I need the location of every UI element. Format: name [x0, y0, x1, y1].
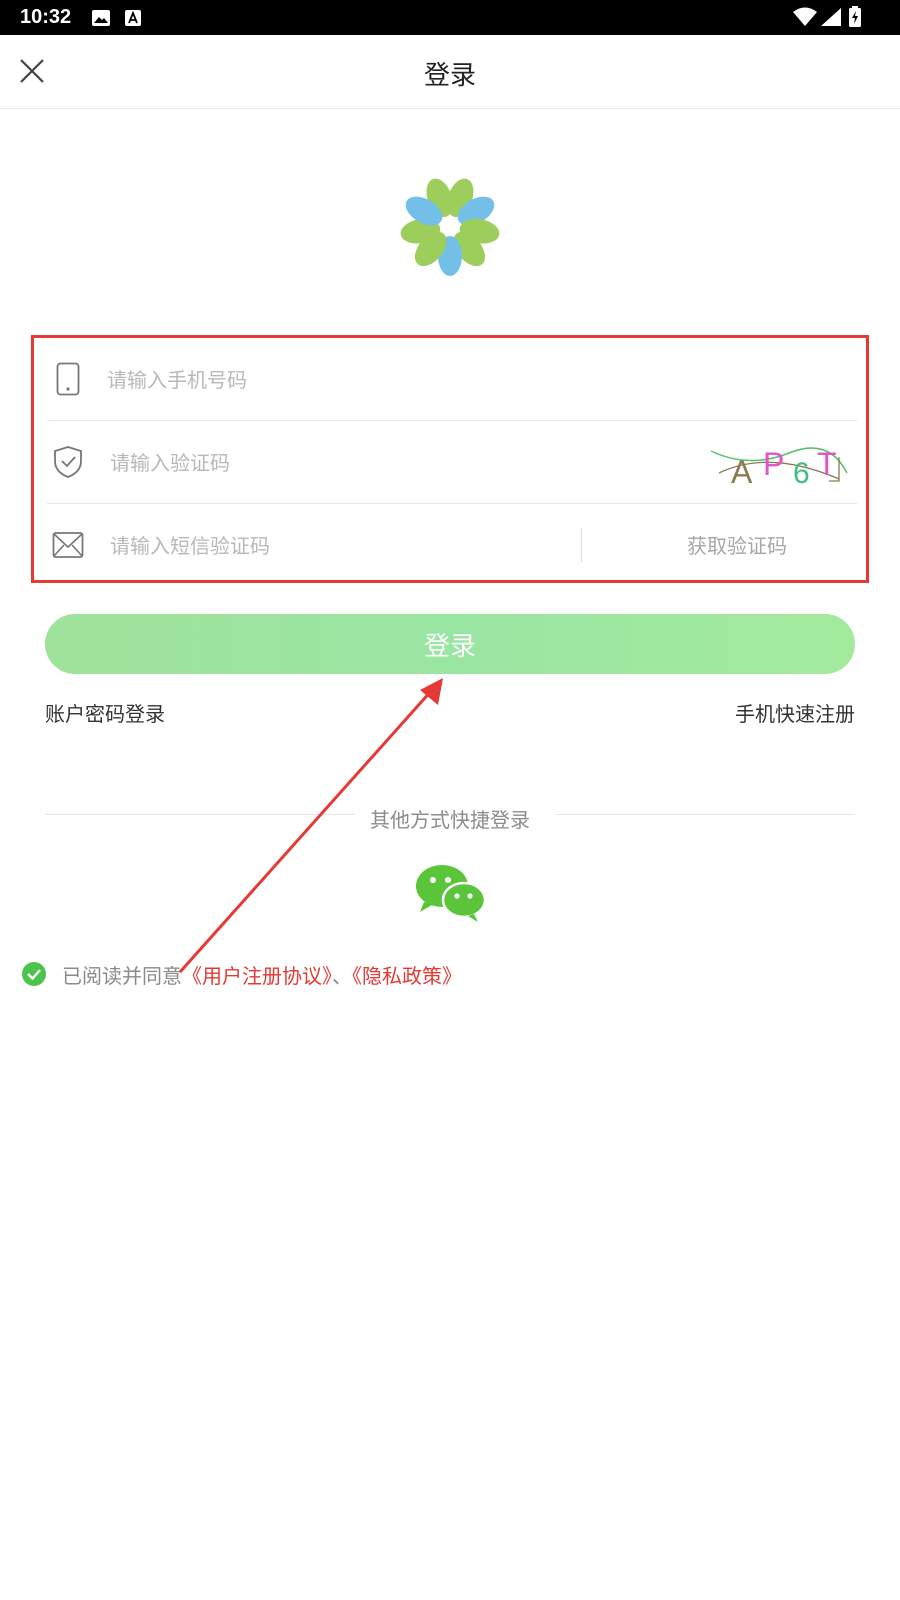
shield-icon [51, 443, 85, 481]
phone-row [47, 338, 857, 421]
privacy-policy-link[interactable]: 《隐私政策》 [352, 964, 462, 988]
agreement-separator: 、 [332, 964, 352, 988]
wechat-login-button[interactable] [414, 862, 487, 924]
agreement-text: 已阅读并同意《用户注册协议》、《隐私政策》 [62, 960, 462, 989]
other-login-label: 其他方式快捷登录 [370, 808, 530, 832]
phone-icon [51, 360, 85, 398]
captcha-image[interactable]: A P 6 T [709, 439, 849, 491]
svg-text:6: 6 [793, 457, 810, 490]
svg-text:T: T [817, 446, 837, 482]
signal-icon [820, 7, 842, 31]
envelope-icon [51, 526, 85, 564]
svg-text:A: A [731, 454, 753, 490]
agreement-checkbox[interactable] [22, 962, 46, 986]
a-icon [124, 9, 142, 31]
svg-text:P: P [763, 446, 784, 482]
quick-register-link[interactable]: 手机快速注册 [735, 698, 855, 727]
wechat-icon [416, 865, 487, 922]
account-password-login-link[interactable]: 账户密码登录 [45, 698, 165, 727]
check-icon [27, 969, 41, 981]
login-button[interactable]: 登录 [45, 614, 855, 674]
captcha-row: A P 6 T [47, 421, 857, 504]
vertical-divider [581, 528, 582, 562]
captcha-input[interactable] [110, 447, 550, 479]
page-title: 登录 [423, 61, 476, 91]
app-logo [400, 176, 500, 276]
get-code-button[interactable]: 获取验证码 [627, 530, 847, 559]
battery-icon [848, 6, 862, 32]
agreement-prefix: 已阅读并同意 [62, 964, 182, 988]
login-form-highlight: A P 6 T 获取验证码 [31, 335, 869, 583]
image-icon [91, 9, 111, 31]
status-time: 10:32 [20, 6, 72, 28]
phone-input[interactable] [107, 364, 547, 396]
status-bar: 10:32 [0, 0, 900, 35]
sms-code-input[interactable] [110, 530, 550, 562]
sms-row: 获取验证码 [47, 504, 857, 580]
title-bar: 登录 [0, 35, 900, 109]
other-login-section: 其他方式快捷登录 [45, 804, 855, 834]
wifi-icon [792, 7, 818, 31]
user-agreement-link[interactable]: 《用户注册协议》 [182, 964, 332, 988]
